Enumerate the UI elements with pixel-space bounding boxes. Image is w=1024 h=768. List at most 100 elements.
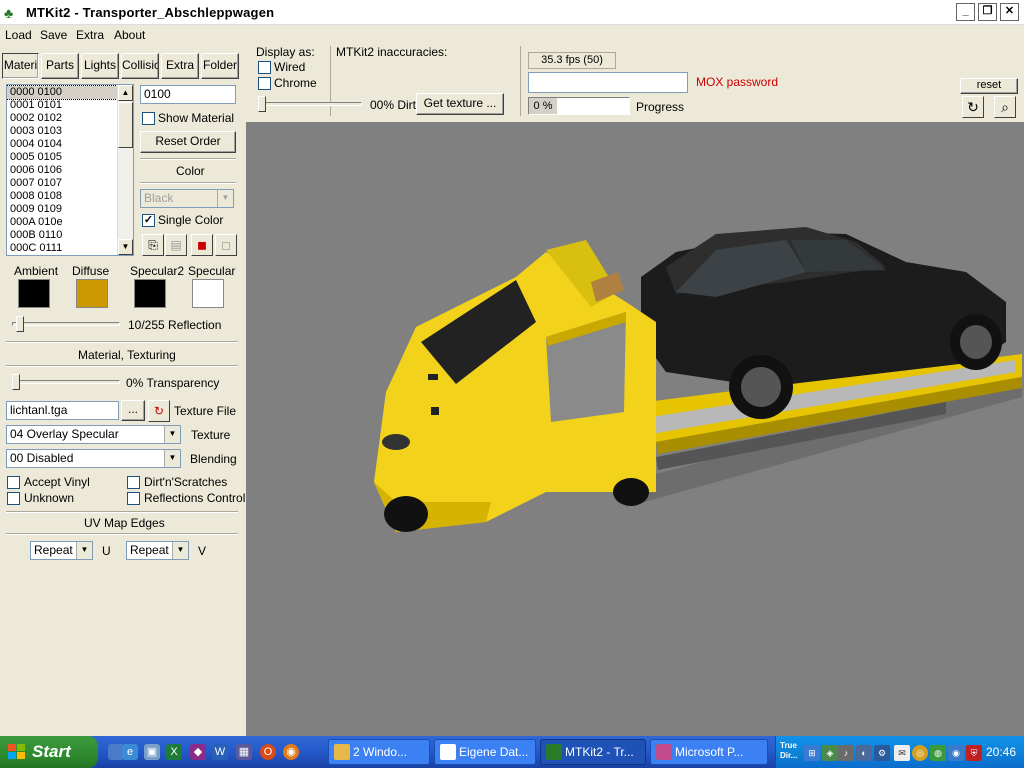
scroll-thumb[interactable] [118, 102, 133, 148]
list-item[interactable]: 0005 0105 [7, 151, 119, 164]
tab-folder[interactable]: Folder [201, 53, 239, 79]
app-icon[interactable]: ▦ [236, 744, 252, 760]
reflection-text: 10/255 Reflection [128, 318, 222, 332]
close-button[interactable]: ✕ [1000, 3, 1019, 21]
material-list[interactable]: 0000 0100 0001 0101 0002 0102 0003 0103 0004… [6, 84, 134, 256]
status-icon[interactable]: ◎ [912, 745, 928, 761]
slider-knob[interactable] [258, 96, 266, 112]
uv-u-select[interactable]: Repeat ▼ [30, 541, 93, 560]
slider-knob[interactable] [16, 316, 24, 332]
tab-parts[interactable]: Parts [41, 53, 79, 79]
list-item[interactable]: 0009 0109 [7, 203, 119, 216]
update-icon[interactable]: ◍ [930, 745, 946, 761]
zoom-icon[interactable]: ⌕ [994, 96, 1016, 118]
desktop-icon[interactable]: ▣ [144, 744, 160, 760]
chrome-checkbox[interactable] [258, 77, 271, 90]
media-icon[interactable]: ◆ [190, 744, 206, 760]
settings-icon[interactable]: ⚙ [874, 745, 890, 761]
list-item[interactable]: 0004 0104 [7, 138, 119, 151]
reset-order-button[interactable]: Reset Order [140, 131, 236, 153]
texture-select-value: 04 Overlay Specular [10, 427, 119, 441]
show-material-checkbox[interactable] [142, 112, 155, 125]
volume-icon[interactable]: ♪ [838, 745, 854, 761]
task-eigene-dateien[interactable]: Eigene Dat... [434, 739, 536, 765]
list-item[interactable]: 0007 0107 [7, 177, 119, 190]
slider-knob[interactable] [12, 374, 20, 390]
material-id-field[interactable]: 0100 [140, 85, 236, 104]
list-item[interactable]: 000B 0110 [7, 229, 119, 242]
network-icon[interactable]: ⊞ [804, 745, 820, 761]
wired-checkbox[interactable] [258, 61, 271, 74]
chevron-down-icon[interactable]: ▼ [164, 450, 180, 467]
dirt-text: 00% Dirt [370, 98, 417, 112]
tab-extra[interactable]: Extra [161, 53, 199, 79]
get-texture-button[interactable]: Get texture ... [416, 93, 504, 115]
specular-color-swatch[interactable] [192, 279, 224, 308]
dirt-slider[interactable] [258, 96, 362, 112]
list-item[interactable]: 000C 0111 [7, 242, 119, 255]
task-microsoft[interactable]: Microsoft P... [650, 739, 768, 765]
firefox-icon[interactable]: ◉ [283, 744, 299, 760]
copy-icon[interactable]: ⎘ [142, 234, 164, 256]
specular2-color-swatch[interactable] [134, 279, 166, 308]
dirt-scratches-checkbox[interactable] [127, 476, 140, 489]
connection-icon[interactable]: ◉ [948, 745, 964, 761]
paste-color-icon[interactable]: ◻ [215, 234, 237, 256]
start-button[interactable]: Start [0, 736, 98, 768]
menu-save[interactable]: Save [40, 28, 67, 42]
color-select-value: Black [144, 191, 174, 205]
ambient-color-swatch[interactable] [18, 279, 50, 308]
list-item[interactable]: 0000 0100 [7, 85, 120, 100]
list-item[interactable]: 0002 0102 [7, 112, 119, 125]
list-item[interactable]: 0003 0103 [7, 125, 119, 138]
chevron-down-icon[interactable]: ▼ [76, 542, 92, 559]
tab-materials[interactable]: Materi [2, 53, 39, 79]
minimize-button[interactable]: _ [956, 3, 975, 21]
copy-color-icon[interactable]: ◼ [191, 234, 213, 256]
tab-collision[interactable]: Collisio [121, 53, 159, 79]
list-item[interactable]: 0001 0101 [7, 99, 119, 112]
blending-select[interactable]: 00 Disabled ▼ [6, 449, 181, 468]
material-list-scrollbar[interactable]: ▲ ▼ [117, 85, 133, 255]
scroll-down-arrow-icon[interactable]: ▼ [118, 239, 133, 255]
chevron-down-icon[interactable]: ▼ [164, 426, 180, 443]
word-icon[interactable]: W [212, 744, 228, 760]
texture-file-field[interactable]: lichtanl.tga [6, 401, 119, 420]
diffuse-color-swatch[interactable] [76, 279, 108, 308]
display-icon[interactable]: ◐ [856, 745, 872, 761]
mox-password-field[interactable] [528, 72, 688, 93]
paste-icon[interactable]: ▤ [165, 234, 187, 256]
task-mtkit2[interactable]: MTKit2 - Tr... [540, 739, 646, 765]
browse-button[interactable]: ... [121, 400, 145, 421]
ie-icon[interactable]: e [122, 744, 138, 760]
list-item[interactable]: 0006 0106 [7, 164, 119, 177]
excel-icon[interactable]: X [166, 744, 182, 760]
maximize-button[interactable]: ❐ [978, 3, 997, 21]
app-icon [546, 744, 562, 760]
menu-extra[interactable]: Extra [76, 28, 104, 42]
list-item[interactable]: 000A 010e [7, 216, 119, 229]
reload-icon[interactable]: ↻ [148, 400, 170, 422]
task-windows-group[interactable]: 2 Windo... [328, 739, 430, 765]
menu-about[interactable]: About [114, 28, 145, 42]
reflections-control-checkbox[interactable] [127, 492, 140, 505]
3d-viewport[interactable] [246, 122, 1024, 736]
texture-select[interactable]: 04 Overlay Specular ▼ [6, 425, 181, 444]
chevron-down-icon[interactable]: ▼ [172, 542, 188, 559]
single-color-checkbox[interactable]: ✓ [142, 214, 155, 227]
refresh-icon[interactable]: ↻ [962, 96, 984, 118]
scroll-up-arrow-icon[interactable]: ▲ [118, 85, 133, 101]
mail-icon[interactable]: ✉ [894, 745, 910, 761]
accept-vinyl-checkbox[interactable] [7, 476, 20, 489]
menu-load[interactable]: Load [5, 28, 32, 42]
tray-app-icon[interactable]: ◈ [822, 745, 838, 761]
reset-button[interactable]: reset [960, 78, 1018, 94]
list-item[interactable]: 0008 0108 [7, 190, 119, 203]
reflection-slider[interactable] [12, 316, 120, 332]
opera-icon[interactable]: O [260, 744, 276, 760]
transparency-slider[interactable] [12, 374, 120, 390]
uv-v-select[interactable]: Repeat ▼ [126, 541, 189, 560]
tab-lights[interactable]: Lights [81, 53, 119, 79]
shield-icon[interactable]: ⛨ [966, 745, 982, 761]
unknown-checkbox[interactable] [7, 492, 20, 505]
